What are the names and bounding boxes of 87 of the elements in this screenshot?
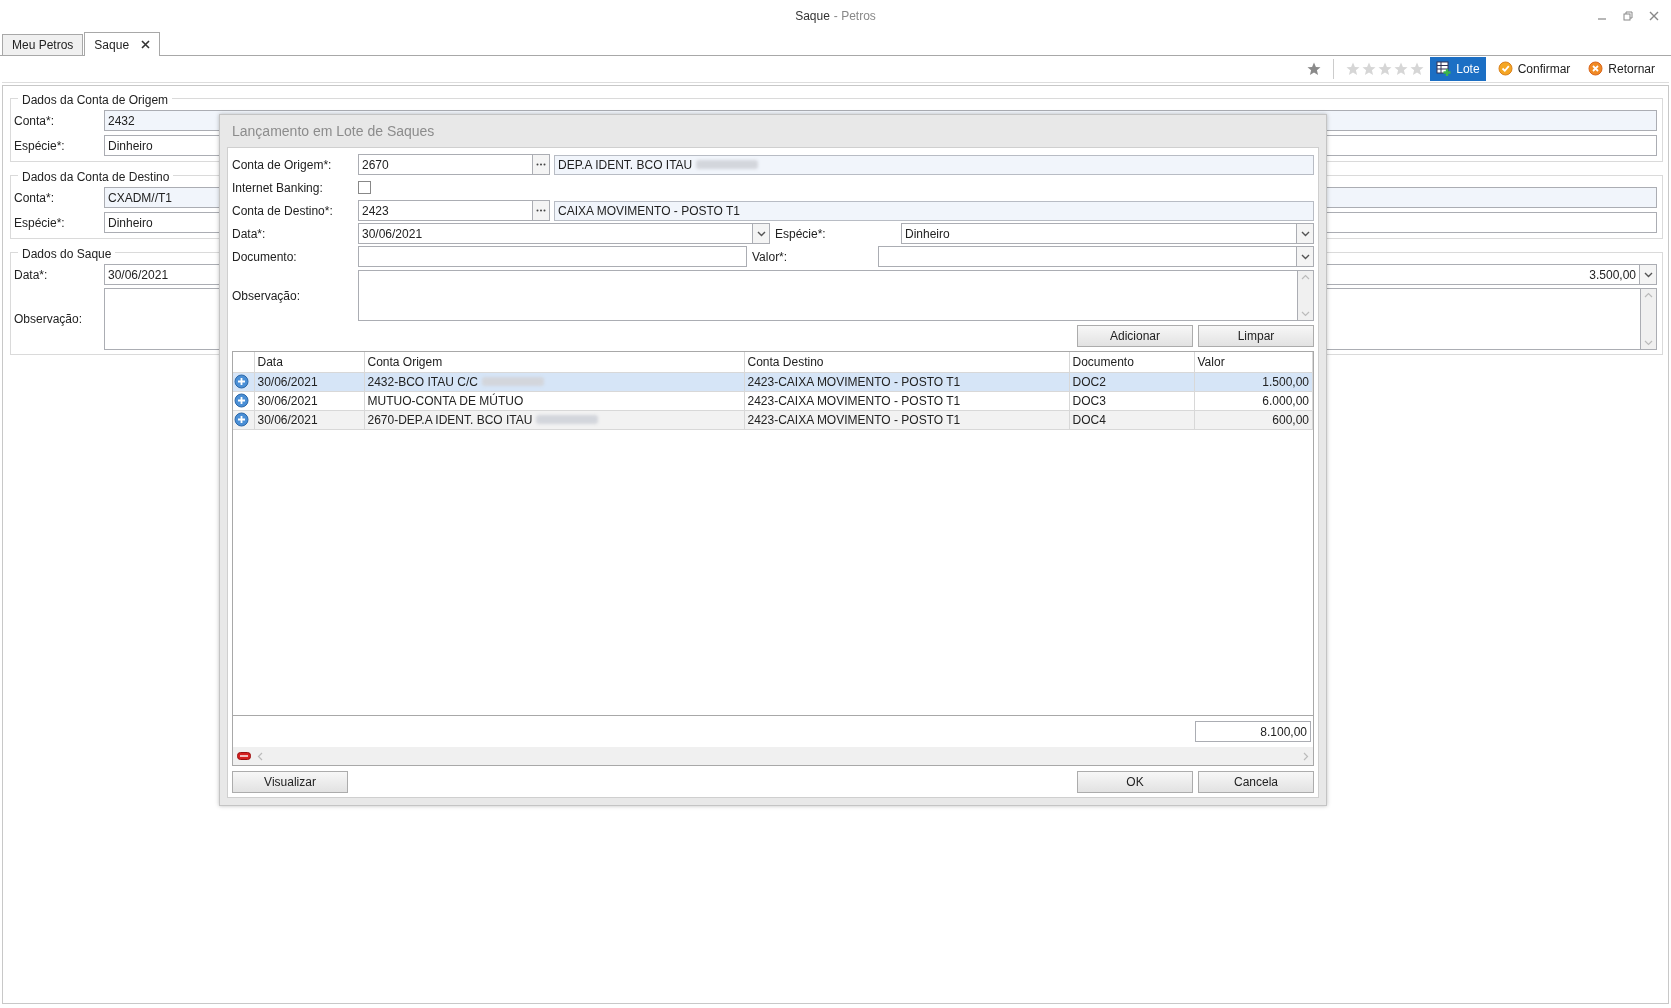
field-label: Observação: bbox=[14, 311, 84, 328]
chevron-down-icon bbox=[1301, 311, 1310, 317]
column-header[interactable]: Documento bbox=[1069, 352, 1194, 372]
dialog-title: Lançamento em Lote de Saques bbox=[231, 121, 436, 141]
table-cell: DOC3 bbox=[1069, 391, 1194, 410]
table-row[interactable]: 30/06/2021 2432-BCO ITAU C/C 2423-CAIXA MOVIMENTO - POSTO T1 DOC2 1.500,00 bbox=[233, 372, 1313, 391]
table-row[interactable]: 30/06/2021 2670-DEP.A IDENT. BCO ITAU 2423-CAIXA MOVIMENTO - POSTO T1 DOC4 600,00 bbox=[233, 410, 1313, 429]
column-header[interactable]: Conta Destino bbox=[744, 352, 1069, 372]
field-label: Conta de Destino*: bbox=[232, 202, 334, 220]
chevron-down-icon bbox=[1300, 253, 1310, 260]
field-label: Valor*: bbox=[752, 248, 789, 266]
star-rating[interactable] bbox=[1346, 62, 1425, 76]
account-text: 2670-DEP.A IDENT. BCO ITAU bbox=[367, 412, 533, 427]
star-icon[interactable] bbox=[1394, 62, 1409, 76]
checkbox[interactable] bbox=[358, 181, 371, 194]
account-field[interactable]: 2670 bbox=[358, 154, 533, 175]
close-icon[interactable] bbox=[141, 40, 151, 49]
x-circle-icon bbox=[1588, 61, 1605, 77]
action-button[interactable]: Limpar bbox=[1198, 325, 1314, 347]
chevron-right-icon[interactable] bbox=[1303, 751, 1309, 761]
plus-circle-icon[interactable] bbox=[234, 393, 249, 408]
table-cell: 6.000,00 bbox=[1194, 391, 1313, 410]
field-label: Espécie*: bbox=[775, 225, 827, 243]
field-label: Conta*: bbox=[14, 112, 56, 130]
action-button[interactable]: Visualizar bbox=[232, 771, 348, 793]
plus-circle-icon[interactable] bbox=[234, 374, 249, 389]
field-label: Observação: bbox=[232, 287, 302, 305]
amount-field[interactable] bbox=[878, 246, 1297, 267]
dropdown-button[interactable] bbox=[1297, 246, 1314, 267]
minus-icon[interactable] bbox=[237, 752, 251, 760]
document-field[interactable] bbox=[358, 246, 747, 267]
action-button[interactable]: OK bbox=[1077, 771, 1193, 793]
field-label: Espécie*: bbox=[14, 214, 66, 232]
star-icon[interactable] bbox=[1410, 62, 1425, 76]
table-cell: 30/06/2021 bbox=[254, 391, 364, 410]
table-cell: 2423-CAIXA MOVIMENTO - POSTO T1 bbox=[744, 391, 1069, 410]
browse-button[interactable] bbox=[533, 200, 550, 221]
account-text: 2432-BCO ITAU C/C bbox=[367, 374, 478, 389]
field-label: Conta de Origem*: bbox=[232, 156, 333, 174]
field-label: Conta*: bbox=[14, 189, 56, 207]
column-header[interactable]: Conta Origem bbox=[364, 352, 744, 372]
action-button[interactable]: Adicionar bbox=[1077, 325, 1193, 347]
field-label: Data*: bbox=[14, 266, 49, 284]
grid-plus-icon bbox=[1436, 61, 1453, 77]
chevron-down-icon bbox=[1643, 271, 1653, 278]
total-field[interactable]: 8.100,00 bbox=[1195, 721, 1311, 742]
type-dropdown-field[interactable]: Dinheiro bbox=[901, 223, 1297, 244]
column-header[interactable]: Valor bbox=[1194, 352, 1313, 372]
account-description: DEP.A IDENT. BCO ITAU bbox=[558, 156, 693, 174]
column-header[interactable]: Data bbox=[254, 352, 364, 372]
plus-circle-icon[interactable] bbox=[234, 412, 249, 427]
restore-icon[interactable] bbox=[1623, 11, 1633, 21]
chevron-up-icon bbox=[1301, 274, 1310, 280]
app-name: - Petros bbox=[833, 8, 876, 25]
field-label: Internet Banking: bbox=[232, 179, 324, 197]
star-icon[interactable] bbox=[1362, 62, 1377, 76]
star-icon[interactable] bbox=[1307, 62, 1322, 76]
dropdown-button[interactable] bbox=[753, 223, 770, 244]
return-button[interactable]: Retornar bbox=[1582, 57, 1661, 81]
browse-button[interactable] bbox=[533, 154, 550, 175]
action-button[interactable]: Cancela bbox=[1198, 771, 1314, 793]
date-field[interactable]: 30/06/2021 bbox=[358, 223, 753, 244]
field-label: Espécie*: bbox=[14, 137, 66, 155]
dropdown-button[interactable] bbox=[1640, 264, 1657, 285]
ellipsis-icon bbox=[536, 163, 546, 166]
account-field[interactable]: 2423 bbox=[358, 200, 533, 221]
chevron-down-icon bbox=[756, 230, 766, 237]
tab[interactable]: Saque bbox=[84, 32, 161, 56]
window-title: Saque bbox=[795, 8, 830, 25]
confirm-button[interactable]: Confirmar bbox=[1491, 57, 1577, 81]
chevron-left-icon[interactable] bbox=[257, 751, 263, 761]
account-text: MUTUO-CONTA DE MÚTUO bbox=[367, 393, 524, 408]
dropdown-button[interactable] bbox=[1297, 223, 1314, 244]
text-area[interactable] bbox=[358, 270, 1298, 321]
field-label: Data*: bbox=[232, 225, 267, 243]
ellipsis-icon bbox=[536, 209, 546, 212]
table-row[interactable]: 30/06/2021 MUTUO-CONTA DE MÚTUO 2423-CAIXA MOVIMENTO - POSTO T1 DOC3 6.000,00 bbox=[233, 391, 1313, 410]
chevron-down-icon bbox=[1300, 230, 1310, 237]
chevron-down-icon bbox=[1644, 340, 1653, 346]
check-circle-icon bbox=[1497, 61, 1514, 77]
field-label: Documento: bbox=[232, 248, 298, 266]
tab[interactable]: Meu Petros bbox=[2, 34, 84, 55]
batch-button[interactable]: Lote bbox=[1430, 57, 1486, 81]
chevron-up-icon bbox=[1644, 292, 1653, 298]
account-description: CAIXA MOVIMENTO - POSTO T1 bbox=[558, 202, 741, 220]
star-icon[interactable] bbox=[1346, 62, 1361, 76]
star-icon[interactable] bbox=[1378, 62, 1393, 76]
